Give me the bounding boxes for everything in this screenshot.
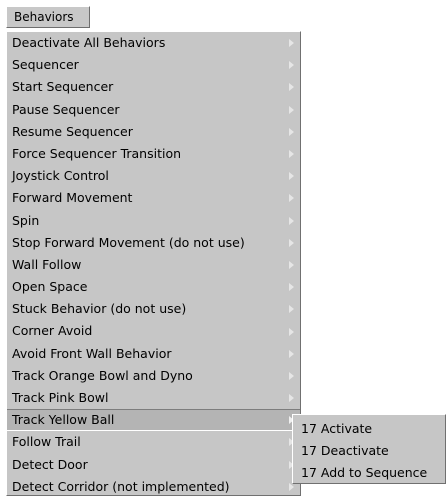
menu-item-label: Track Pink Bowl <box>12 390 109 405</box>
submenu-item-add-to-sequence[interactable]: 17 Add to Sequence <box>293 462 445 484</box>
menu-item-stop-forward-movement[interactable]: Stop Forward Movement (do not use) <box>7 232 300 254</box>
menu-item-label: Force Sequencer Transition <box>12 145 182 161</box>
behaviors-dropdown-menu: Deactivate All Behaviors Sequencer Start… <box>6 31 301 496</box>
menu-item-label: Track Orange Bowl and Dyno <box>12 367 193 383</box>
menu-item-label: Detect Door <box>12 456 88 472</box>
submenu-arrow-icon <box>289 105 294 114</box>
submenu-arrow-icon <box>289 327 294 336</box>
menu-item-label: Avoid Front Wall Behavior <box>12 345 172 361</box>
submenu-item-label: 17 Activate <box>301 421 373 436</box>
menu-item-stuck-behavior[interactable]: Stuck Behavior (do not use) <box>7 298 300 320</box>
menu-item-label: Joystick Control <box>12 168 109 184</box>
menu-item-pause-sequencer[interactable]: Pause Sequencer <box>7 99 300 121</box>
menu-item-resume-sequencer[interactable]: Resume Sequencer <box>7 121 300 143</box>
submenu-arrow-icon <box>289 83 294 92</box>
submenu-arrow-icon <box>289 349 294 358</box>
menu-item-label: Pause Sequencer <box>12 101 120 117</box>
submenu-arrow-icon <box>289 238 294 247</box>
submenu-item-deactivate[interactable]: 17 Deactivate <box>293 440 445 462</box>
menu-item-sequencer[interactable]: Sequencer <box>7 54 300 76</box>
menu-item-joystick-control[interactable]: Joystick Control <box>7 165 300 187</box>
menu-item-deactivate-all-behaviors[interactable]: Deactivate All Behaviors <box>7 32 300 54</box>
menu-item-force-sequencer-transition[interactable]: Force Sequencer Transition <box>7 143 300 165</box>
submenu-item-label: 17 Deactivate <box>301 443 389 458</box>
menu-item-label: Stuck Behavior (do not use) <box>12 301 187 317</box>
submenu-arrow-icon <box>289 260 294 269</box>
menu-item-label: Forward Movement <box>12 190 133 206</box>
menu-item-label: Open Space <box>12 279 88 295</box>
menu-item-label: Wall Follow <box>12 256 82 272</box>
menu-item-label: Deactivate All Behaviors <box>12 35 166 50</box>
menu-item-label: Detect Corridor (not implemented) <box>12 478 230 494</box>
menu-item-avoid-front-wall-behavior[interactable]: Avoid Front Wall Behavior <box>7 343 300 365</box>
menu-item-label: Follow Trail <box>12 434 81 450</box>
menu-item-label: Corner Avoid <box>12 323 93 339</box>
submenu-arrow-icon <box>289 482 294 491</box>
submenu-arrow-icon <box>289 61 294 70</box>
submenu-item-label: 17 Add to Sequence <box>301 465 428 480</box>
menu-item-track-orange-bowl-and-dyno[interactable]: Track Orange Bowl and Dyno <box>7 365 300 387</box>
submenu-arrow-icon <box>289 216 294 225</box>
submenu-arrow-icon <box>289 194 294 203</box>
behaviors-menu-button[interactable]: Behaviors <box>6 6 90 28</box>
behaviors-menu-title: Behaviors <box>14 10 74 24</box>
submenu-arrow-icon <box>289 394 294 403</box>
menu-item-open-space[interactable]: Open Space <box>7 276 300 298</box>
menu-item-label: Resume Sequencer <box>12 123 133 139</box>
menu-item-label: Sequencer <box>12 57 79 73</box>
submenu-arrow-icon <box>289 127 294 136</box>
menu-item-label: Spin <box>12 212 40 228</box>
screen: Behaviors Deactivate All Behaviors Seque… <box>0 0 446 496</box>
menu-item-detect-corridor[interactable]: Detect Corridor (not implemented) <box>7 476 300 496</box>
submenu-arrow-icon <box>289 371 294 380</box>
submenu-arrow-icon <box>289 39 294 48</box>
menu-item-track-pink-bowl[interactable]: Track Pink Bowl <box>7 387 300 409</box>
submenu-item-activate[interactable]: 17 Activate <box>293 418 445 440</box>
menu-item-label: Track Yellow Ball <box>12 412 115 428</box>
menu-item-follow-trail[interactable]: Follow Trail <box>7 431 300 453</box>
menu-item-forward-movement[interactable]: Forward Movement <box>7 187 300 209</box>
menu-item-label: Start Sequencer <box>12 79 114 95</box>
submenu-arrow-icon <box>289 305 294 314</box>
menu-item-corner-avoid[interactable]: Corner Avoid <box>7 320 300 342</box>
submenu-arrow-icon <box>289 150 294 159</box>
menu-item-label: Stop Forward Movement (do not use) <box>12 234 245 250</box>
menu-item-detect-door[interactable]: Detect Door <box>7 454 300 476</box>
menu-item-start-sequencer[interactable]: Start Sequencer <box>7 76 300 98</box>
submenu-arrow-icon <box>289 283 294 292</box>
menu-item-spin[interactable]: Spin <box>7 210 300 232</box>
submenu-arrow-icon <box>289 172 294 181</box>
menu-item-wall-follow[interactable]: Wall Follow <box>7 254 300 276</box>
track-yellow-ball-submenu: 17 Activate 17 Deactivate 17 Add to Sequ… <box>292 414 446 484</box>
menu-item-track-yellow-ball[interactable]: Track Yellow Ball <box>7 409 300 432</box>
